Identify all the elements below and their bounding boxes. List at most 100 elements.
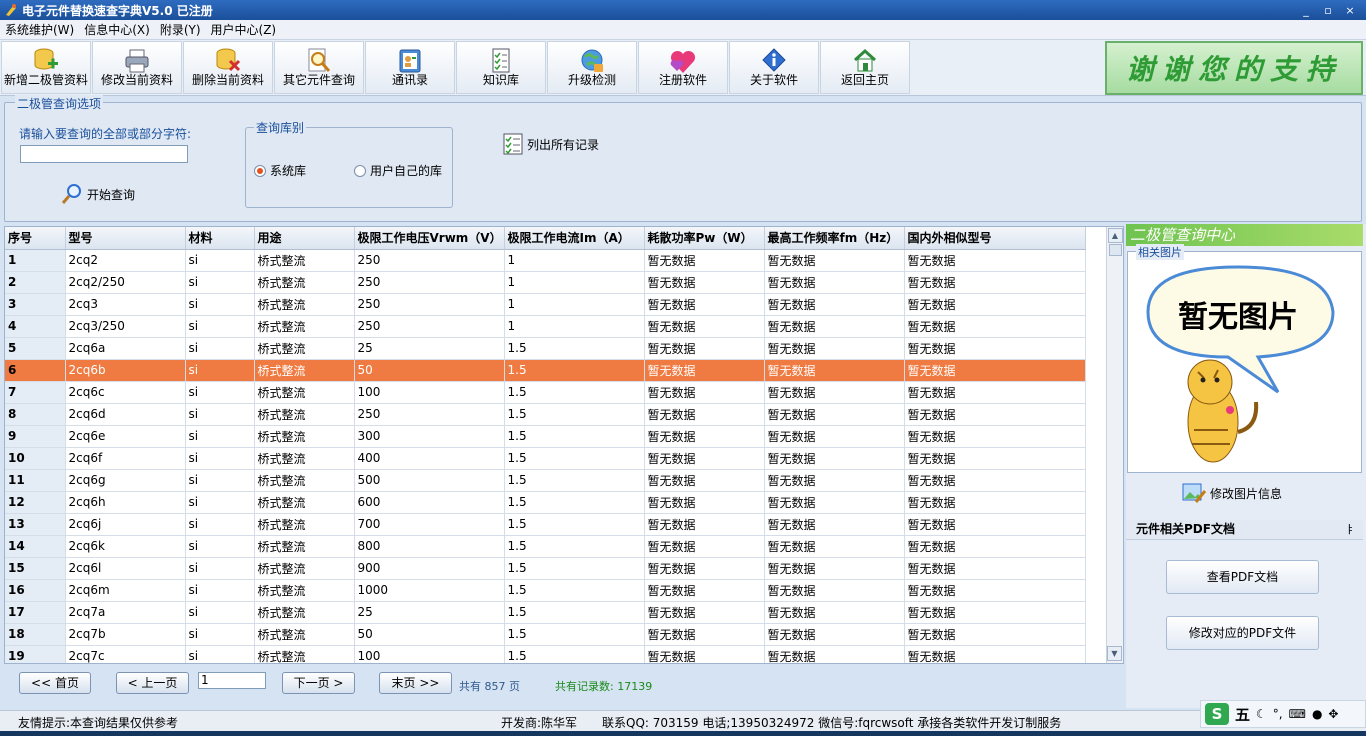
cell-col-similar-models[interactable]: 暂无数据 <box>904 513 1086 536</box>
cell-col-power[interactable]: 暂无数据 <box>644 403 765 426</box>
cell-col-model[interactable]: 2cq6l <box>65 557 186 580</box>
cell-col-usage[interactable]: 桥式整流 <box>254 491 355 514</box>
cell-col-material[interactable]: si <box>185 579 255 602</box>
cell-col-power[interactable]: 暂无数据 <box>644 271 765 294</box>
cell-col-max-frequency[interactable]: 暂无数据 <box>764 315 905 338</box>
ime-toolbar[interactable]: S 五 ☾ °, ⌨ ● ✥ <box>1200 700 1366 728</box>
menu-system-maintenance[interactable]: 系统维护(W) <box>0 21 79 38</box>
cell-col-max-voltage[interactable]: 250 <box>354 315 505 338</box>
cell-col-similar-models[interactable]: 暂无数据 <box>904 425 1086 448</box>
cell-col-index[interactable]: 3 <box>5 293 66 316</box>
cell-col-index[interactable]: 6 <box>5 359 66 382</box>
cell-col-material[interactable]: si <box>185 249 255 272</box>
cell-col-max-frequency[interactable]: 暂无数据 <box>764 337 905 360</box>
cell-col-usage[interactable]: 桥式整流 <box>254 579 355 602</box>
cell-col-index[interactable]: 10 <box>5 447 66 470</box>
start-query-button[interactable]: 开始查询 <box>61 183 135 205</box>
register-button[interactable]: 注册软件 <box>638 41 728 94</box>
moon-icon[interactable]: ☾ <box>1256 707 1267 721</box>
cell-col-max-frequency[interactable]: 暂无数据 <box>764 271 905 294</box>
cell-col-usage[interactable]: 桥式整流 <box>254 513 355 536</box>
radio-system-dot[interactable] <box>254 164 266 177</box>
cell-col-material[interactable]: si <box>185 425 255 448</box>
cell-col-model[interactable]: 2cq7b <box>65 623 186 646</box>
cell-col-max-frequency[interactable]: 暂无数据 <box>764 513 905 536</box>
cell-col-similar-models[interactable]: 暂无数据 <box>904 249 1086 272</box>
other-components-button[interactable]: 其它元件查询 <box>274 41 364 94</box>
last-page-button[interactable]: 末页 >> <box>379 672 452 694</box>
header-col-power[interactable]: 耗散功率Pw（W） <box>644 227 765 250</box>
cell-col-material[interactable]: si <box>185 381 255 404</box>
cell-col-max-frequency[interactable]: 暂无数据 <box>764 403 905 426</box>
scroll-down-arrow[interactable]: ▼ <box>1107 646 1122 661</box>
cell-col-usage[interactable]: 桥式整流 <box>254 315 355 338</box>
cell-col-index[interactable]: 17 <box>5 601 66 624</box>
cell-col-max-current[interactable]: 1.5 <box>504 623 645 646</box>
cell-col-max-voltage[interactable]: 250 <box>354 249 505 272</box>
cell-col-max-current[interactable]: 1.5 <box>504 359 645 382</box>
cell-col-model[interactable]: 2cq6j <box>65 513 186 536</box>
table-row[interactable]: 4 2cq3/250 si 桥式整流 250 1 暂无数据 暂无数据 暂无数据 <box>5 315 1086 338</box>
next-page-button[interactable]: 下一页 > <box>282 672 355 694</box>
cell-col-usage[interactable]: 桥式整流 <box>254 403 355 426</box>
cell-col-power[interactable]: 暂无数据 <box>644 381 765 404</box>
punctuation-icon[interactable]: °, <box>1273 707 1283 721</box>
header-col-max-frequency[interactable]: 最高工作频率fm（Hz） <box>764 227 905 250</box>
add-diode-button[interactable]: 新增二极管资料 <box>1 41 91 94</box>
cell-col-usage[interactable]: 桥式整流 <box>254 271 355 294</box>
cell-col-max-current[interactable]: 1.5 <box>504 645 645 663</box>
cell-col-index[interactable]: 11 <box>5 469 66 492</box>
menu-appendix[interactable]: 附录(Y) <box>155 21 206 38</box>
cell-col-usage[interactable]: 桥式整流 <box>254 249 355 272</box>
table-row[interactable]: 1 2cq2 si 桥式整流 250 1 暂无数据 暂无数据 暂无数据 <box>5 249 1086 272</box>
cell-col-similar-models[interactable]: 暂无数据 <box>904 579 1086 602</box>
cell-col-similar-models[interactable]: 暂无数据 <box>904 623 1086 646</box>
cell-col-power[interactable]: 暂无数据 <box>644 557 765 580</box>
cell-col-material[interactable]: si <box>185 601 255 624</box>
cell-col-material[interactable]: si <box>185 491 255 514</box>
cell-col-material[interactable]: si <box>185 447 255 470</box>
cell-col-max-voltage[interactable]: 800 <box>354 535 505 558</box>
cell-col-max-current[interactable]: 1.5 <box>504 381 645 404</box>
cell-col-power[interactable]: 暂无数据 <box>644 425 765 448</box>
cell-col-model[interactable]: 2cq6a <box>65 337 186 360</box>
about-button[interactable]: 关于软件 <box>729 41 819 94</box>
cell-col-usage[interactable]: 桥式整流 <box>254 447 355 470</box>
cell-col-similar-models[interactable]: 暂无数据 <box>904 535 1086 558</box>
scroll-thumb[interactable] <box>1108 244 1122 256</box>
cell-col-usage[interactable]: 桥式整流 <box>254 425 355 448</box>
delete-record-button[interactable]: 删除当前资料 <box>183 41 273 94</box>
cell-col-similar-models[interactable]: 暂无数据 <box>904 557 1086 580</box>
cell-col-max-voltage[interactable]: 500 <box>354 469 505 492</box>
cell-col-material[interactable]: si <box>185 645 255 663</box>
query-input[interactable] <box>20 145 188 163</box>
cell-col-index[interactable]: 5 <box>5 337 66 360</box>
cell-col-max-voltage[interactable]: 50 <box>354 359 505 382</box>
cell-col-similar-models[interactable]: 暂无数据 <box>904 337 1086 360</box>
cell-col-max-frequency[interactable]: 暂无数据 <box>764 381 905 404</box>
cell-col-max-current[interactable]: 1.5 <box>504 535 645 558</box>
cell-col-index[interactable]: 7 <box>5 381 66 404</box>
table-row[interactable]: 15 2cq6l si 桥式整流 900 1.5 暂无数据 暂无数据 暂无数据 <box>5 557 1086 580</box>
cell-col-usage[interactable]: 桥式整流 <box>254 557 355 580</box>
cell-col-max-frequency[interactable]: 暂无数据 <box>764 447 905 470</box>
cell-col-power[interactable]: 暂无数据 <box>644 491 765 514</box>
cell-col-usage[interactable]: 桥式整流 <box>254 337 355 360</box>
cell-col-similar-models[interactable]: 暂无数据 <box>904 315 1086 338</box>
table-row[interactable]: 13 2cq6j si 桥式整流 700 1.5 暂无数据 暂无数据 暂无数据 <box>5 513 1086 536</box>
cell-col-usage[interactable]: 桥式整流 <box>254 469 355 492</box>
cell-col-max-current[interactable]: 1.5 <box>504 513 645 536</box>
cell-col-max-frequency[interactable]: 暂无数据 <box>764 623 905 646</box>
cell-col-max-frequency[interactable]: 暂无数据 <box>764 425 905 448</box>
close-button[interactable]: × <box>1342 4 1358 17</box>
cell-col-index[interactable]: 1 <box>5 249 66 272</box>
prev-page-button[interactable]: < 上一页 <box>116 672 189 694</box>
cell-col-index[interactable]: 19 <box>5 645 66 663</box>
cell-col-material[interactable]: si <box>185 513 255 536</box>
cell-col-max-current[interactable]: 1 <box>504 315 645 338</box>
cell-col-max-current[interactable]: 1.5 <box>504 579 645 602</box>
table-row[interactable]: 18 2cq7b si 桥式整流 50 1.5 暂无数据 暂无数据 暂无数据 <box>5 623 1086 646</box>
cell-col-index[interactable]: 14 <box>5 535 66 558</box>
cell-col-index[interactable]: 2 <box>5 271 66 294</box>
edit-pdf-button[interactable]: 修改对应的PDF文件 <box>1166 616 1319 650</box>
